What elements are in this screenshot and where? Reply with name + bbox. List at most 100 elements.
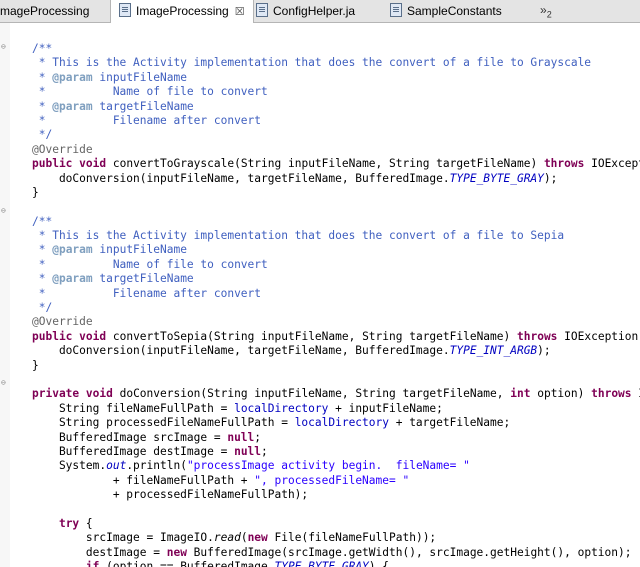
code-line[interactable]: doConversion(inputFileName, targetFileNa… [32,344,640,358]
code-token: throws [517,329,558,343]
code-token: * Filename after convert [32,113,262,127]
code-line[interactable]: /** [32,215,640,229]
code-token: localDirectory [294,416,389,430]
code-line[interactable]: * @param inputFileName [32,243,640,257]
code-token: "processImage activity begin. fileName= … [186,459,470,473]
close-tab-icon[interactable]: ☒ [235,6,245,18]
hidden-tab-count: 2 [546,9,552,20]
fold-collapse-icon[interactable]: ⊖ [1,379,6,387]
code-token: + fileNameFullPath + [32,473,255,487]
code-line[interactable]: System.out.println("processImage activit… [32,459,640,473]
code-token: destImage = [32,545,167,559]
tab-label: ConfigHelper.ja [273,4,356,18]
tab-imageprocessing-active[interactable]: ImageProcessing ☒ [110,0,254,23]
code-token: + inputFileName; [328,401,443,415]
tab-label: mageProcessing [0,4,90,18]
code-token: I [632,387,640,400]
code-token: @param [52,99,93,113]
code-token: throws [543,157,585,171]
code-token: ); [543,171,558,185]
code-line[interactable]: @Override [32,315,640,329]
code-line[interactable]: } [32,359,640,373]
code-token: @Override [32,142,93,156]
code-token: } [32,185,39,199]
fold-collapse-icon[interactable]: ⊖ [1,43,6,51]
code-line[interactable]: String processedFileNameFullPath = local… [32,416,640,430]
code-line[interactable]: doConversion(inputFileName, targetFileNa… [32,172,640,186]
code-token: try [58,516,80,530]
code-token: * Filename after convert [32,286,262,300]
code-token: /** [32,42,53,55]
java-file-icon [256,3,268,17]
code-line[interactable]: * @param inputFileName [32,71,640,85]
code-token: inputFileName [92,70,187,84]
code-line[interactable]: public void convertToSepia(String inputF… [32,330,640,344]
code-token: } [32,358,39,372]
code-line[interactable]: * This is the Activity implementation th… [32,229,640,243]
code-line[interactable]: * Name of file to convert [32,258,640,272]
code-line[interactable]: public void convertToGrayscale(String in… [32,157,640,171]
code-line[interactable]: * @param targetFileName [32,100,640,114]
fold-collapse-icon[interactable]: ⊖ [1,207,6,215]
code-line[interactable]: /** [32,42,640,56]
tab-confighelper[interactable]: ConfigHelper.ja [256,0,355,22]
code-token: localDirectory [234,401,329,415]
code-token: */ [32,128,53,142]
code-token: new [166,545,187,559]
code-line[interactable]: * Filename after convert [32,114,640,128]
code-line[interactable]: BufferedImage srcImage = null; [32,431,640,445]
code-line[interactable]: try { [32,517,640,531]
code-token: @param [52,70,93,84]
code-token: /** [32,214,53,228]
chevron-right-double-icon: » [540,3,547,17]
code-line[interactable]: */ [32,128,640,142]
code-token: doConversion(String inputFileName, Strin… [112,387,511,401]
code-line[interactable]: BufferedImage destImage = null; [32,445,640,459]
code-line[interactable]: srcImage = ImageIO.read(new File(fileNam… [32,531,640,545]
code-token: * Name of file to convert [32,257,268,271]
code-token: void [79,329,107,343]
code-line[interactable] [32,503,640,517]
tab-sampleconstants[interactable]: SampleConstants [390,0,502,22]
editor-gutter: ⊖ ⊖ ⊖ [0,23,10,567]
code-editor[interactable]: ⊖ ⊖ ⊖ /** * This is the Activity impleme… [0,23,640,567]
code-token: ", processedFileName= " [254,473,410,487]
code-token: BufferedImage destImage = [32,444,235,458]
more-tabs-button[interactable]: »2 [540,0,552,22]
code-line[interactable]: String fileNameFullPath = localDirectory… [32,402,640,416]
code-line[interactable]: if (option == BufferedImage.TYPE_BYTE_GR… [32,560,640,567]
code-line[interactable]: * @param targetFileName [32,272,640,286]
code-token: * [32,272,53,286]
code-line[interactable] [32,200,640,214]
code-line[interactable]: */ [32,301,640,315]
code-token: * [32,70,53,84]
source-code[interactable]: /** * This is the Activity implementatio… [32,42,640,567]
code-line[interactable]: @Override [32,143,640,157]
code-line[interactable]: + fileNameFullPath + ", processedFileNam… [32,474,640,488]
code-token: + targetFileName; [388,416,511,430]
code-token: if [85,560,100,567]
code-token: * [32,243,53,257]
code-line[interactable]: destImage = new BufferedImage(srcImage.g… [32,546,640,560]
code-token: read [213,531,241,545]
code-token: BufferedImage srcImage = [32,430,228,444]
java-file-icon [119,3,131,17]
code-token: { [79,516,93,530]
code-token: + processedFileNameFullPath); [32,488,309,502]
editor-tab-bar: mageProcessing ImageProcessing ☒ ConfigHe… [0,0,640,23]
code-token: null [234,444,262,458]
code-line[interactable]: private void doConversion(String inputFi… [32,387,640,401]
code-token: ) { [368,560,390,567]
code-line[interactable]: * Filename after convert [32,287,640,301]
code-line[interactable]: + processedFileNameFullPath); [32,488,640,502]
code-token: throws [591,387,632,401]
code-line[interactable] [32,373,640,387]
tab-mageprocessing[interactable]: mageProcessing [0,0,89,22]
code-token: void [79,157,107,171]
code-line[interactable]: * This is the Activity implementation th… [32,56,640,70]
code-line[interactable]: * Name of file to convert [32,85,640,99]
code-token: @param [52,243,93,257]
code-token: File(fileNameFullPath)); [267,531,437,545]
code-line[interactable]: } [32,186,640,200]
